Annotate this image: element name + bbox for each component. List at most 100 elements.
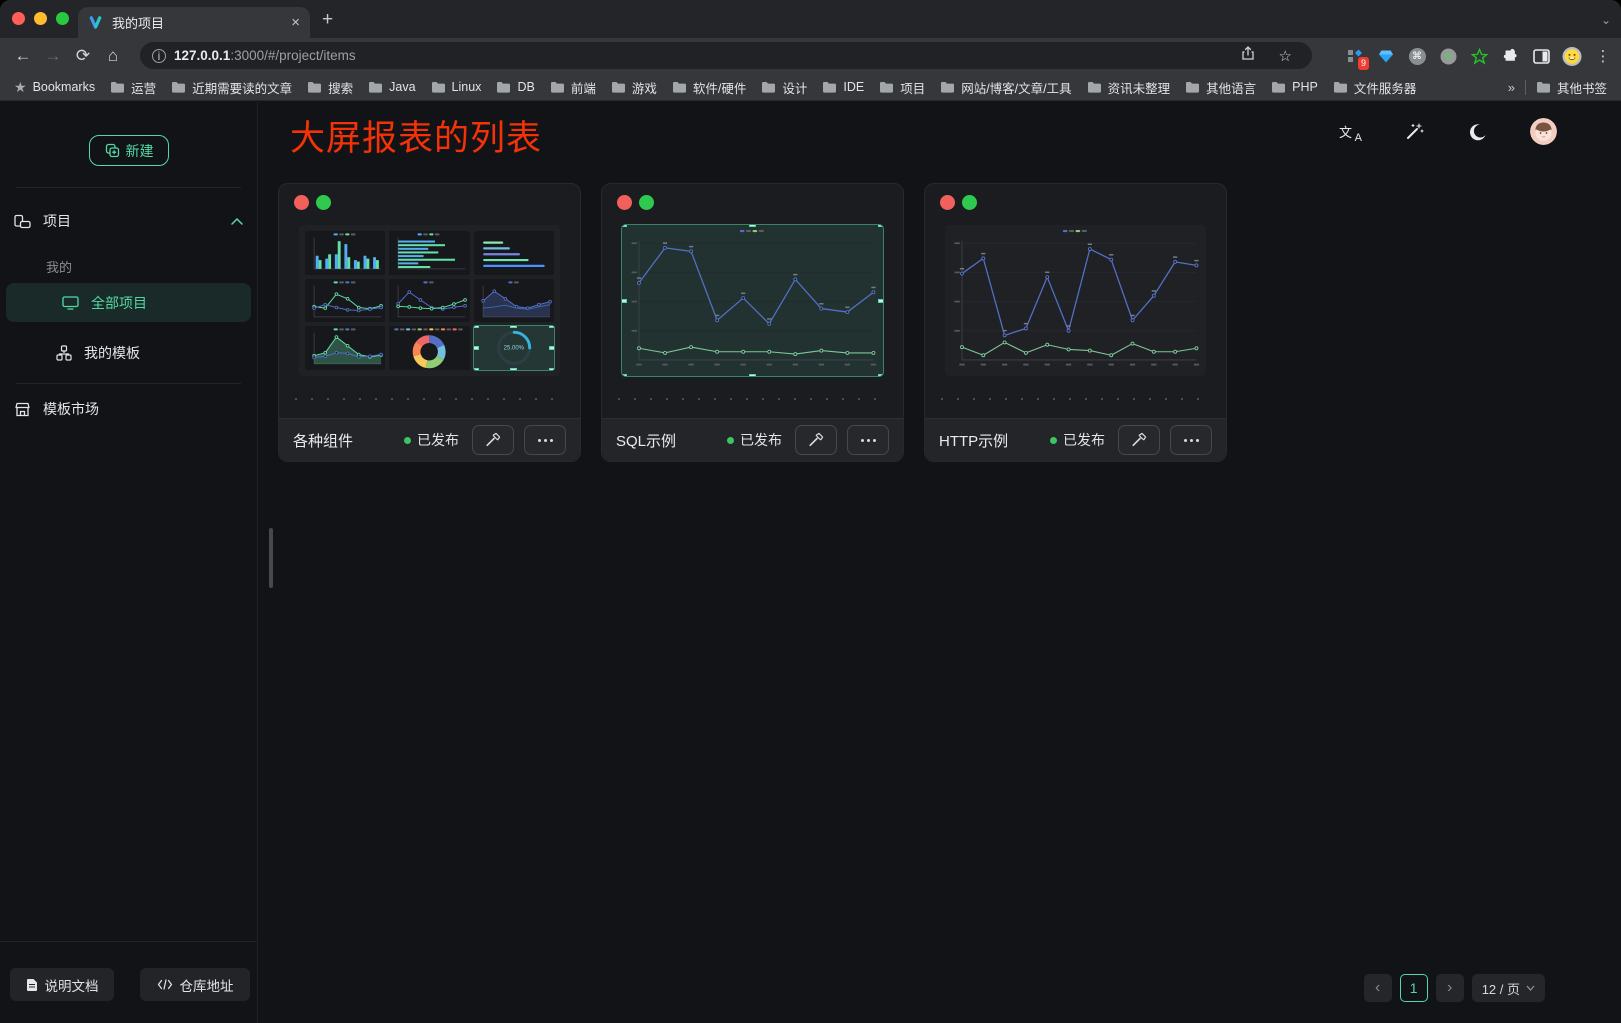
- more-actions-button[interactable]: [524, 425, 566, 455]
- other-bookmarks-folder[interactable]: 其他书签: [1536, 78, 1607, 97]
- bookmark-folder[interactable]: IDE: [822, 78, 864, 97]
- mini-line-chart: [305, 279, 385, 323]
- bookmark-folder[interactable]: 软件/硬件: [672, 78, 746, 97]
- new-tab-button[interactable]: +: [322, 10, 333, 29]
- extension-star-icon[interactable]: [1469, 46, 1489, 66]
- project-icon: [14, 214, 31, 229]
- user-avatar[interactable]: [1530, 118, 1557, 145]
- bookmark-folder-label: 其他语言: [1206, 78, 1256, 97]
- browser-window: 我的项目 × + ⌄ ← → ⟳ ⌂ i 127.0.0.1:3000/#/pr…: [0, 0, 1621, 1023]
- extensions-puzzle-icon[interactable]: [1500, 46, 1520, 66]
- sidebar-divider: [16, 187, 241, 188]
- sidebar-item-template-market[interactable]: 模板市场: [0, 390, 257, 428]
- current-page-button[interactable]: 1: [1400, 974, 1428, 1002]
- chevron-up-icon[interactable]: [231, 218, 243, 225]
- status-badge: 已发布: [404, 430, 459, 450]
- sidebar-item-all-projects[interactable]: 全部项目: [6, 283, 251, 322]
- home-button[interactable]: ⌂: [98, 46, 128, 66]
- sidebar: 新建 项目 我的: [0, 102, 258, 1023]
- bookmark-folder-label: 网站/博客/文章/工具: [961, 78, 1071, 97]
- macos-minimize-button[interactable]: [34, 12, 47, 25]
- template-icon: [56, 345, 72, 361]
- tab-search-icon[interactable]: ⌄: [1601, 13, 1611, 27]
- bookmark-folder-label: 游戏: [632, 78, 657, 97]
- sidebar-section-project[interactable]: 项目: [0, 202, 257, 240]
- bookmark-folder[interactable]: 运营: [110, 78, 156, 97]
- new-project-button[interactable]: 新建: [89, 135, 169, 166]
- edit-hammer-button[interactable]: [472, 425, 514, 455]
- next-page-button[interactable]: ›: [1436, 974, 1464, 1002]
- extension-cmd-icon[interactable]: ⌘: [1407, 46, 1427, 66]
- reload-button[interactable]: ⟳: [68, 46, 98, 66]
- magic-wand-icon[interactable]: [1402, 120, 1426, 144]
- edit-hammer-button[interactable]: [795, 425, 837, 455]
- mini-line-chart: [389, 279, 469, 323]
- browser-tab[interactable]: 我的项目 ×: [78, 7, 310, 38]
- profile-avatar-icon[interactable]: [1562, 46, 1582, 66]
- tab-close-icon[interactable]: ×: [291, 15, 300, 30]
- folder-icon: [1185, 81, 1200, 93]
- address-bar[interactable]: i 127.0.0.1:3000/#/project/items ☆: [140, 42, 1312, 69]
- repo-button[interactable]: 仓库地址: [140, 968, 250, 1001]
- project-card-sql[interactable]: SQL示例 已发布: [601, 183, 904, 462]
- folder-icon: [761, 81, 776, 93]
- more-actions-button[interactable]: [1170, 425, 1212, 455]
- mini-area-chart: [305, 326, 385, 370]
- language-icon[interactable]: 文A: [1338, 120, 1362, 144]
- bookmarks-manager-item[interactable]: ★ Bookmarks: [14, 79, 95, 96]
- bookmark-folder[interactable]: Linux: [431, 78, 482, 97]
- card-traffic-dots: [940, 195, 977, 210]
- extension-grid-icon[interactable]: 9: [1345, 46, 1365, 66]
- extension-recorder-icon[interactable]: [1438, 46, 1458, 66]
- bookmark-folder[interactable]: 其他语言: [1185, 78, 1256, 97]
- bookmark-folder[interactable]: PHP: [1271, 78, 1318, 97]
- folder-icon: [1333, 81, 1348, 93]
- bookmark-folder[interactable]: DB: [496, 78, 534, 97]
- bookmark-folder-label: IDE: [843, 80, 864, 94]
- more-actions-button[interactable]: [847, 425, 889, 455]
- forward-button[interactable]: →: [38, 46, 68, 66]
- bookmark-folder[interactable]: 搜索: [307, 78, 353, 97]
- url-host: 127.0.0.1: [174, 48, 230, 63]
- folder-icon: [672, 81, 687, 93]
- bookmark-star-icon[interactable]: ☆: [1271, 47, 1300, 65]
- site-info-icon[interactable]: i: [152, 49, 166, 63]
- dark-mode-moon-icon[interactable]: [1466, 120, 1490, 144]
- bookmark-folder[interactable]: 文件服务器: [1333, 78, 1417, 97]
- sidebar-section-label: 项目: [43, 211, 71, 231]
- bookmark-folder[interactable]: 项目: [879, 78, 925, 97]
- bookmark-folder[interactable]: 近期需要读的文章: [171, 78, 292, 97]
- project-card-http[interactable]: HTTP示例 已发布: [924, 183, 1227, 462]
- bookmark-folder[interactable]: 网站/博客/文章/工具: [940, 78, 1071, 97]
- prev-page-button[interactable]: ‹: [1364, 974, 1392, 1002]
- folder-icon: [368, 81, 383, 93]
- folder-icon: [307, 81, 322, 93]
- status-dot: [727, 437, 734, 444]
- preview-dots-separator: [295, 398, 564, 400]
- bookmarks-overflow-icon[interactable]: »: [1508, 80, 1515, 95]
- sidebar-item-my-templates[interactable]: 我的模板: [0, 334, 257, 372]
- docs-button[interactable]: 说明文档: [10, 968, 114, 1001]
- side-panel-icon[interactable]: [1531, 46, 1551, 66]
- macos-zoom-button[interactable]: [56, 12, 69, 25]
- chrome-menu-icon[interactable]: ⋮: [1593, 46, 1613, 66]
- macos-close-button[interactable]: [12, 12, 25, 25]
- back-button[interactable]: ←: [8, 46, 38, 66]
- bookmark-folder[interactable]: Java: [368, 78, 415, 97]
- bookmark-folder[interactable]: 前端: [550, 78, 596, 97]
- share-icon[interactable]: [1233, 46, 1263, 65]
- bookmark-folder[interactable]: 资讯未整理: [1087, 78, 1171, 97]
- bookmark-folder[interactable]: 游戏: [611, 78, 657, 97]
- bookmark-folder[interactable]: 设计: [761, 78, 807, 97]
- status-badge: 已发布: [1050, 430, 1105, 450]
- extension-gem-icon[interactable]: [1376, 46, 1396, 66]
- folder-icon: [110, 81, 125, 93]
- code-icon: [157, 979, 173, 990]
- bookmark-folder-label: 运营: [131, 78, 156, 97]
- url-path: :3000/#/project/items: [230, 48, 355, 63]
- page-size-select[interactable]: 12 / 页: [1472, 974, 1545, 1002]
- project-card-widgets[interactable]: 25.00% 各种组件 已发布: [278, 183, 581, 462]
- edit-hammer-button[interactable]: [1118, 425, 1160, 455]
- folder-icon: [1271, 81, 1286, 93]
- sql-line-chart: [622, 225, 883, 376]
